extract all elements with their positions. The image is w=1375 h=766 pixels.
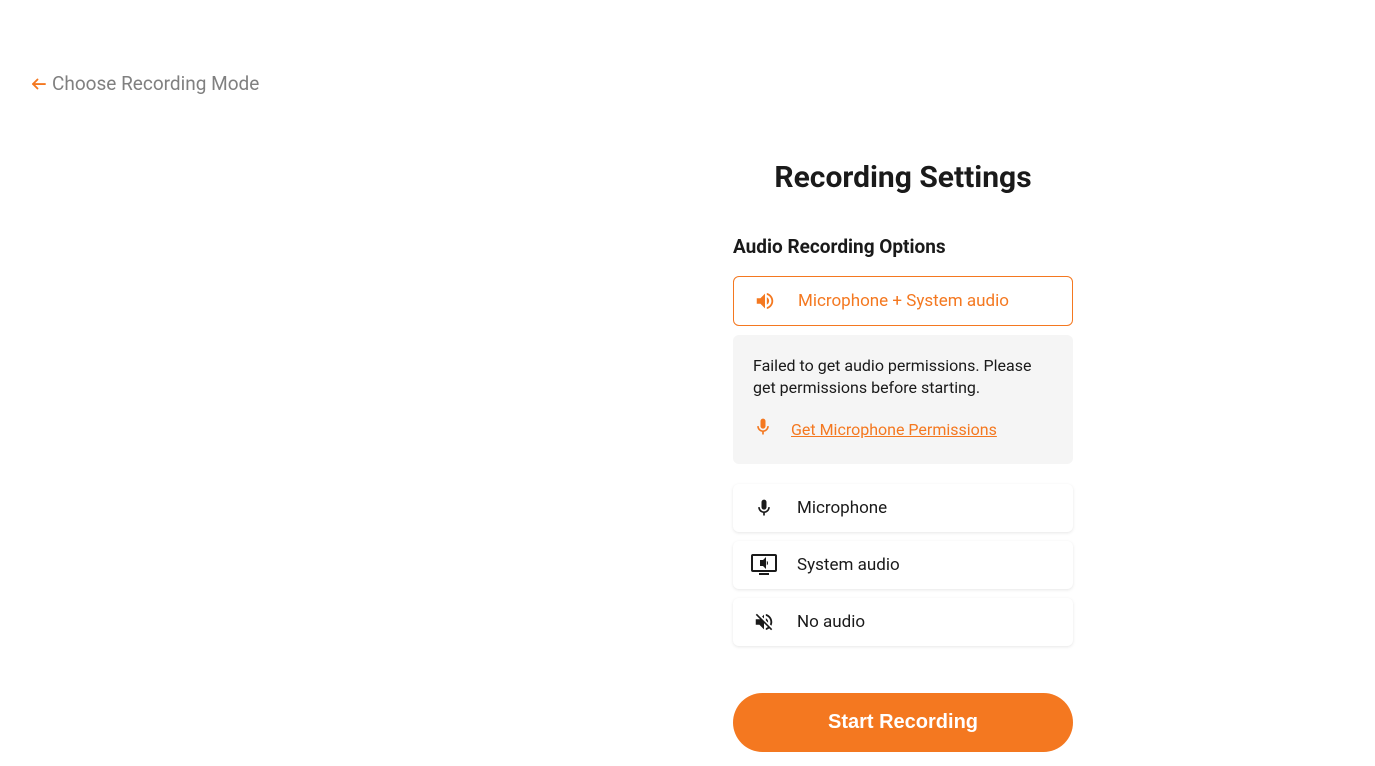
audio-options-header: Audio Recording Options <box>733 235 1073 258</box>
warning-text: Failed to get audio permissions. Please … <box>753 355 1053 400</box>
permissions-warning-box: Failed to get audio permissions. Please … <box>733 335 1073 464</box>
option-label: System audio <box>797 555 900 575</box>
arrow-left-icon <box>30 75 48 93</box>
option-microphone[interactable]: Microphone <box>733 484 1073 532</box>
option-mic-system-audio[interactable]: Microphone + System audio <box>733 276 1073 326</box>
option-label: No audio <box>797 612 865 632</box>
option-label: Microphone <box>797 498 887 518</box>
screen-audio-icon <box>751 553 777 577</box>
microphone-icon <box>751 496 777 520</box>
page-title: Recording Settings <box>733 160 1073 195</box>
settings-panel: Recording Settings Audio Recording Optio… <box>733 160 1073 752</box>
start-recording-button[interactable]: Start Recording <box>733 693 1073 752</box>
back-link-label: Choose Recording Mode <box>52 72 259 95</box>
back-link[interactable]: Choose Recording Mode <box>30 72 259 95</box>
option-system-audio[interactable]: System audio <box>733 541 1073 589</box>
volume-off-icon <box>751 610 777 634</box>
permission-link-row: Get Microphone Permissions <box>753 416 1053 444</box>
option-no-audio[interactable]: No audio <box>733 598 1073 646</box>
volume-icon <box>752 289 778 313</box>
microphone-icon <box>753 416 773 444</box>
option-label: Microphone + System audio <box>798 291 1009 311</box>
get-permissions-link[interactable]: Get Microphone Permissions <box>791 419 997 441</box>
